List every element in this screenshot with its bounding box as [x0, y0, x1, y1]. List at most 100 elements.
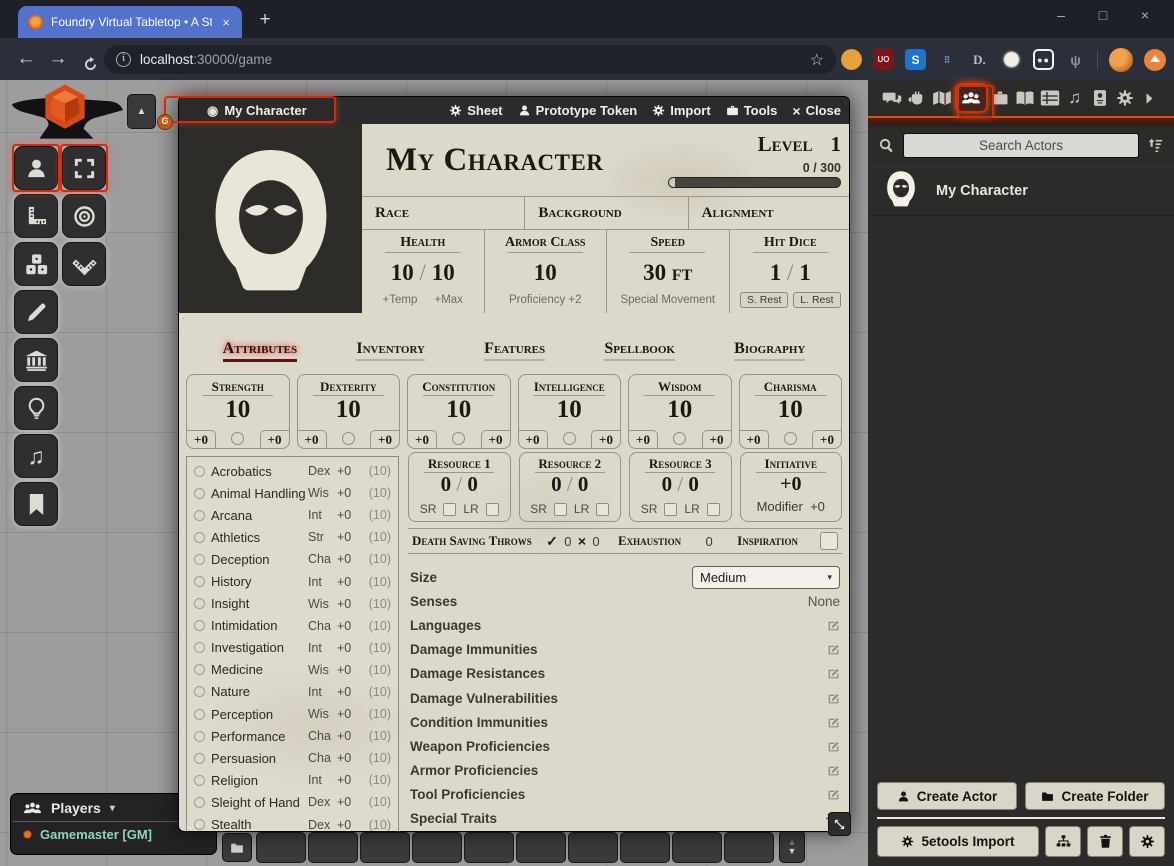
macro-slot[interactable]: [724, 832, 774, 863]
close-window-button[interactable]: ×Close: [792, 103, 841, 119]
skill-name[interactable]: Performance: [211, 729, 308, 744]
death-success-icon[interactable]: ✓: [546, 533, 558, 550]
target-token-tool[interactable]: [62, 146, 106, 190]
reload-button[interactable]: [74, 39, 106, 79]
tab-close-icon[interactable]: ×: [220, 15, 232, 30]
armor-class-stat[interactable]: Armor Class 10 Proficiency +2: [485, 230, 608, 313]
skill-proficiency-radio[interactable]: [194, 554, 205, 565]
window-resize-handle[interactable]: [828, 812, 851, 836]
long-rest-button[interactable]: L. Rest: [793, 292, 840, 308]
skill-proficiency-radio[interactable]: [194, 731, 205, 742]
trait-tool-proficiencies[interactable]: Tool Proficiencies: [408, 783, 842, 807]
ability-save[interactable]: +0: [702, 430, 732, 449]
ability-modifier[interactable]: +0: [297, 430, 327, 449]
resource-block[interactable]: Resource 3 0 / 0 SR LR: [629, 452, 732, 522]
health-stat[interactable]: Health 10 / 10 +Temp+Max: [362, 230, 485, 313]
macro-slot[interactable]: [308, 832, 358, 863]
address-bar[interactable]: i localhost:30000/game ☆: [104, 45, 836, 74]
skill-row[interactable]: Arcana Int +0 (10): [187, 504, 398, 526]
skill-name[interactable]: Persuasion: [211, 751, 308, 766]
exhaustion-value[interactable]: 0: [681, 534, 737, 549]
character-name[interactable]: My Character: [386, 142, 603, 179]
inspiration-checkbox[interactable]: [820, 532, 838, 550]
settings-tab-icon[interactable]: [1112, 83, 1137, 113]
prototype-token-button[interactable]: Prototype Token: [518, 103, 638, 118]
actor-name[interactable]: My Character: [936, 183, 1028, 199]
ability-block[interactable]: Dexterity 10 +0 +0: [297, 374, 401, 449]
hotbar-page-control[interactable]: ▲ ▼: [779, 830, 805, 863]
macro-slot[interactable]: [620, 832, 670, 863]
skill-name[interactable]: Stealth: [211, 817, 308, 832]
notes-tool[interactable]: [14, 482, 58, 526]
macro-slot[interactable]: [672, 832, 722, 863]
trait-special-traits[interactable]: Special Traits: [408, 807, 842, 831]
character-portrait[interactable]: [179, 124, 362, 313]
skill-proficiency-radio[interactable]: [194, 819, 205, 830]
skill-row[interactable]: Investigation Int +0 (10): [187, 637, 398, 659]
ability-save[interactable]: +0: [370, 430, 400, 449]
eye-extension-icon[interactable]: [1001, 49, 1022, 70]
sr-checkbox[interactable]: [664, 503, 677, 516]
profile-avatar[interactable]: [1109, 48, 1133, 72]
size-select[interactable]: Medium▾: [692, 566, 840, 589]
folder-tree-button[interactable]: [1045, 826, 1081, 857]
5etools-import-button[interactable]: 5etools Import: [877, 826, 1039, 857]
create-actor-button[interactable]: Create Actor: [877, 782, 1017, 810]
skill-name[interactable]: Religion: [211, 773, 308, 788]
tab-attributes[interactable]: Attributes: [217, 340, 304, 372]
skill-name[interactable]: Intimidation: [211, 618, 308, 633]
macro-folder-button[interactable]: [222, 833, 252, 862]
ability-block[interactable]: Intelligence 10 +0 +0: [518, 374, 622, 449]
resource-block[interactable]: Resource 1 0 / 0 SR LR: [408, 452, 511, 522]
trait-damage-immunities[interactable]: Damage Immunities: [408, 638, 842, 662]
stylus-extension-icon[interactable]: S: [905, 49, 926, 70]
ping-target-tool[interactable]: [62, 194, 106, 238]
tools-button[interactable]: Tools: [726, 103, 778, 118]
journal-tab-icon[interactable]: [1012, 83, 1037, 113]
skill-row[interactable]: Persuasion Cha +0 (10): [187, 747, 398, 769]
skill-row[interactable]: Athletics Str +0 (10): [187, 526, 398, 548]
skill-name[interactable]: Sleight of Hand: [211, 795, 308, 810]
create-folder-button[interactable]: Create Folder: [1025, 782, 1165, 810]
skill-proficiency-radio[interactable]: [194, 775, 205, 786]
trait-senses[interactable]: Senses None: [408, 589, 842, 613]
actors-tab-icon[interactable]: [955, 83, 988, 113]
dice-tool[interactable]: [14, 242, 58, 286]
initiative-block[interactable]: Initiative+0Modifier +0: [740, 452, 843, 522]
tab-biography[interactable]: Biography: [728, 340, 811, 372]
xp-text[interactable]: 0 / 300: [803, 161, 841, 175]
scenes-tab-icon[interactable]: [930, 83, 955, 113]
skill-row[interactable]: Animal Handling Wis +0 (10): [187, 482, 398, 504]
minimize-button[interactable]: –: [1040, 0, 1082, 32]
skill-proficiency-radio[interactable]: [194, 664, 205, 675]
sounds-tool[interactable]: ♫: [14, 434, 58, 478]
death-success-count[interactable]: 0: [558, 534, 578, 549]
sheet-config-button[interactable]: Sheet: [449, 103, 502, 118]
resource-block[interactable]: Resource 2 0 / 0 SR LR: [519, 452, 622, 522]
sort-icon[interactable]: [1147, 137, 1164, 154]
combat-tab-icon[interactable]: [905, 83, 930, 113]
macro-slot[interactable]: [256, 832, 306, 863]
grid-extension-icon[interactable]: ⠿: [937, 49, 958, 70]
tab-inventory[interactable]: Inventory: [350, 340, 431, 372]
tiles-tool[interactable]: [14, 338, 58, 382]
skill-row[interactable]: Intimidation Cha +0 (10): [187, 615, 398, 637]
skill-row[interactable]: History Int +0 (10): [187, 570, 398, 592]
skill-proficiency-radio[interactable]: [194, 488, 205, 499]
playlists-tab-icon[interactable]: ♫: [1062, 83, 1087, 113]
skill-proficiency-radio[interactable]: [194, 686, 205, 697]
background-field[interactable]: Background: [525, 197, 688, 229]
proficiency-radio[interactable]: [673, 432, 686, 445]
proficiency-radio[interactable]: [452, 432, 465, 445]
compendium-tab-icon[interactable]: [1087, 83, 1112, 113]
skill-proficiency-radio[interactable]: [194, 532, 205, 543]
skill-name[interactable]: Deception: [211, 552, 308, 567]
proficiency-radio[interactable]: [231, 432, 244, 445]
skill-name[interactable]: Perception: [211, 707, 308, 722]
death-fail-count[interactable]: 0: [586, 534, 606, 549]
skill-row[interactable]: Religion Int +0 (10): [187, 769, 398, 791]
measurement-templates-tool[interactable]: [62, 242, 106, 286]
alignment-field[interactable]: Alignment: [689, 197, 850, 229]
collapse-sidebar-icon[interactable]: [1137, 83, 1162, 113]
ability-modifier[interactable]: +0: [186, 430, 216, 449]
